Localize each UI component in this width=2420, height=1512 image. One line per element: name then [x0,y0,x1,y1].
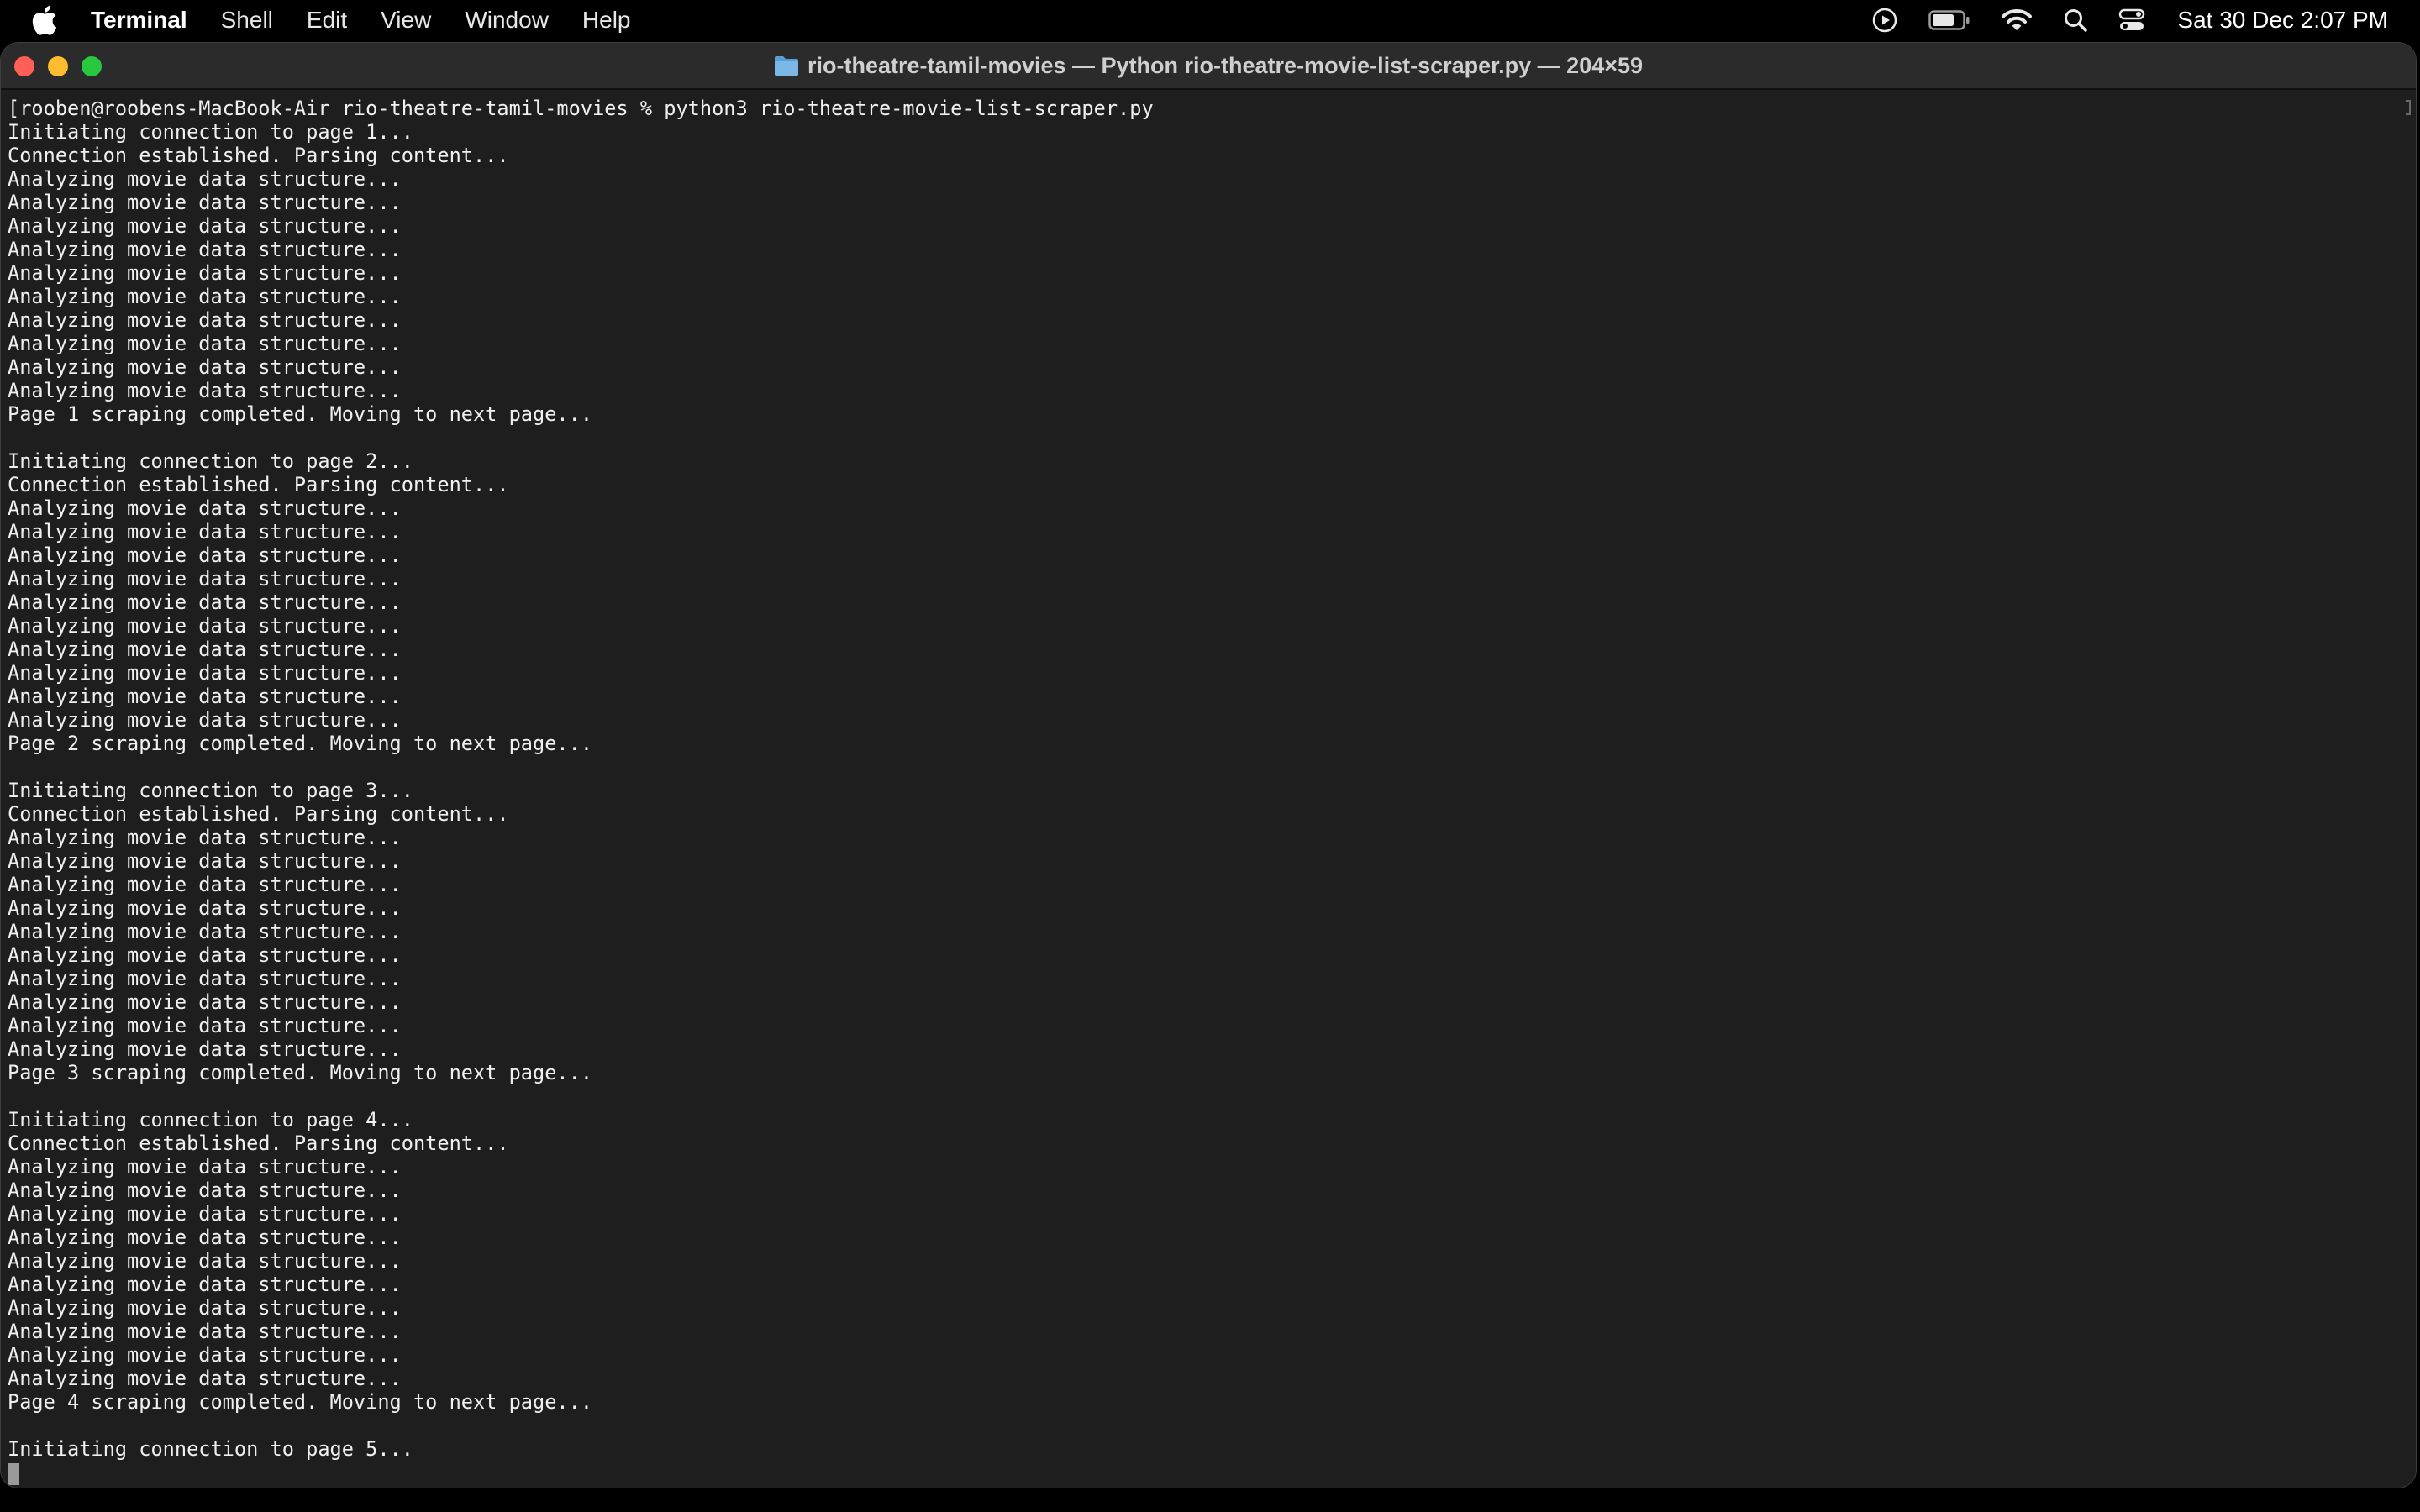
maximize-window-button[interactable] [82,56,102,76]
terminal-line: Analyzing movie data structure... [8,1202,402,1226]
wifi-icon[interactable] [2001,0,2033,40]
terminal-line: Analyzing movie data structure... [8,1367,402,1390]
terminal-line: Analyzing movie data structure... [8,1226,402,1249]
terminal-cursor [8,1462,19,1485]
terminal-line: Analyzing movie data structure... [8,591,402,614]
terminal-line: Analyzing movie data structure... [8,896,402,920]
menu-window[interactable]: Window [465,7,549,34]
menu-bar-clock[interactable]: Sat 30 Dec 2:07 PM [2177,7,2388,34]
menu-view[interactable]: View [381,7,431,34]
terminal-line: Analyzing movie data structure... [8,1320,402,1343]
close-window-button[interactable] [14,56,34,76]
terminal-line: Analyzing movie data structure... [8,1343,402,1367]
terminal-line: Analyzing movie data structure... [8,308,402,332]
terminal-line: Analyzing movie data structure... [8,543,402,567]
menu-edit[interactable]: Edit [307,7,347,34]
terminal-line: Analyzing movie data structure... [8,191,402,214]
terminal-line: Analyzing movie data structure... [8,614,402,638]
terminal-line: Analyzing movie data structure... [8,708,402,732]
terminal-line: Analyzing movie data structure... [8,1249,402,1273]
terminal-line: Analyzing movie data structure... [8,943,402,967]
window-title-text: rio-theatre-tamil-movies — Python rio-th… [807,52,1644,78]
terminal-line: Analyzing movie data structure... [8,849,402,873]
terminal-line: Connection established. Parsing content.… [8,1131,509,1155]
terminal-line: Analyzing movie data structure... [8,567,402,591]
terminal-line: Connection established. Parsing content.… [8,802,509,826]
menu-bar: Terminal Shell Edit View Window Help Sat… [0,0,2420,40]
terminal-line: Connection established. Parsing content.… [8,144,509,167]
apple-logo-icon[interactable] [30,4,59,36]
terminal-line: Page 4 scraping completed. Moving to nex… [8,1390,593,1414]
terminal-cursor-line [8,1461,2416,1485]
terminal-line: Initiating connection to page 1... [8,120,413,144]
terminal-line: Analyzing movie data structure... [8,332,402,355]
terminal-line: Analyzing movie data structure... [8,261,402,285]
terminal-window: rio-theatre-tamil-movies — Python rio-th… [0,42,2417,1488]
screen-record-icon[interactable] [1871,0,1898,40]
terminal-line: Page 2 scraping completed. Moving to nex… [8,732,593,755]
terminal-line: Connection established. Parsing content.… [8,473,509,496]
menu-app-terminal[interactable]: Terminal [91,7,187,34]
terminal-line: Initiating connection to page 2... [8,449,413,473]
terminal-line: Analyzing movie data structure... [8,496,402,520]
terminal-line: Analyzing movie data structure... [8,1179,402,1202]
window-title: rio-theatre-tamil-movies — Python rio-th… [774,53,1643,79]
menu-bar-left: Terminal Shell Edit View Window Help [0,0,665,40]
terminal-line: Analyzing movie data structure... [8,520,402,543]
terminal-line: Analyzing movie data structure... [8,873,402,896]
minimize-window-button[interactable] [48,56,68,76]
battery-icon[interactable] [1928,0,1970,40]
terminal-line: Analyzing movie data structure... [8,685,402,708]
terminal-line: Initiating connection to page 5... [8,1437,413,1461]
terminal-line: Analyzing movie data structure... [8,355,402,379]
terminal-line: Analyzing movie data structure... [8,661,402,685]
menu-help[interactable]: Help [582,7,631,34]
terminal-line: Initiating connection to page 4... [8,1108,413,1131]
terminal-line: Analyzing movie data structure... [8,1296,402,1320]
folder-icon [774,55,799,76]
terminal-line: Analyzing movie data structure... [8,1014,402,1037]
terminal-line: Analyzing movie data structure... [8,214,402,238]
terminal-line: Analyzing movie data structure... [8,285,402,308]
terminal-line: Analyzing movie data structure... [8,167,402,191]
terminal-line: Analyzing movie data structure... [8,967,402,990]
terminal-line: Analyzing movie data structure... [8,826,402,849]
control-center-icon[interactable] [2118,0,2145,40]
terminal-output[interactable]: [rooben@roobens-MacBook-Air rio-theatre-… [1,92,2416,1488]
terminal-line: Analyzing movie data structure... [8,990,402,1014]
terminal-prompt-line: [rooben@roobens-MacBook-Air rio-theatre-… [8,97,1154,120]
menu-bar-right: Sat 30 Dec 2:07 PM [1841,0,2420,40]
terminal-line: Analyzing movie data structure... [8,1037,402,1061]
terminal-line: Analyzing movie data structure... [8,379,402,402]
terminal-line: Analyzing movie data structure... [8,1155,402,1179]
terminal-line: Initiating connection to page 3... [8,779,413,802]
scroll-marker [2406,100,2411,115]
terminal-line: Page 1 scraping completed. Moving to nex… [8,402,593,426]
terminal-line: Analyzing movie data structure... [8,1273,402,1296]
terminal-line: Analyzing movie data structure... [8,238,402,261]
traffic-lights [14,56,115,76]
window-titlebar[interactable]: rio-theatre-tamil-movies — Python rio-th… [1,43,2416,90]
terminal-line: Page 3 scraping completed. Moving to nex… [8,1061,593,1084]
search-icon[interactable] [2063,0,2088,40]
terminal-line: Analyzing movie data structure... [8,920,402,943]
terminal-line: Analyzing movie data structure... [8,638,402,661]
menu-shell[interactable]: Shell [221,7,273,34]
